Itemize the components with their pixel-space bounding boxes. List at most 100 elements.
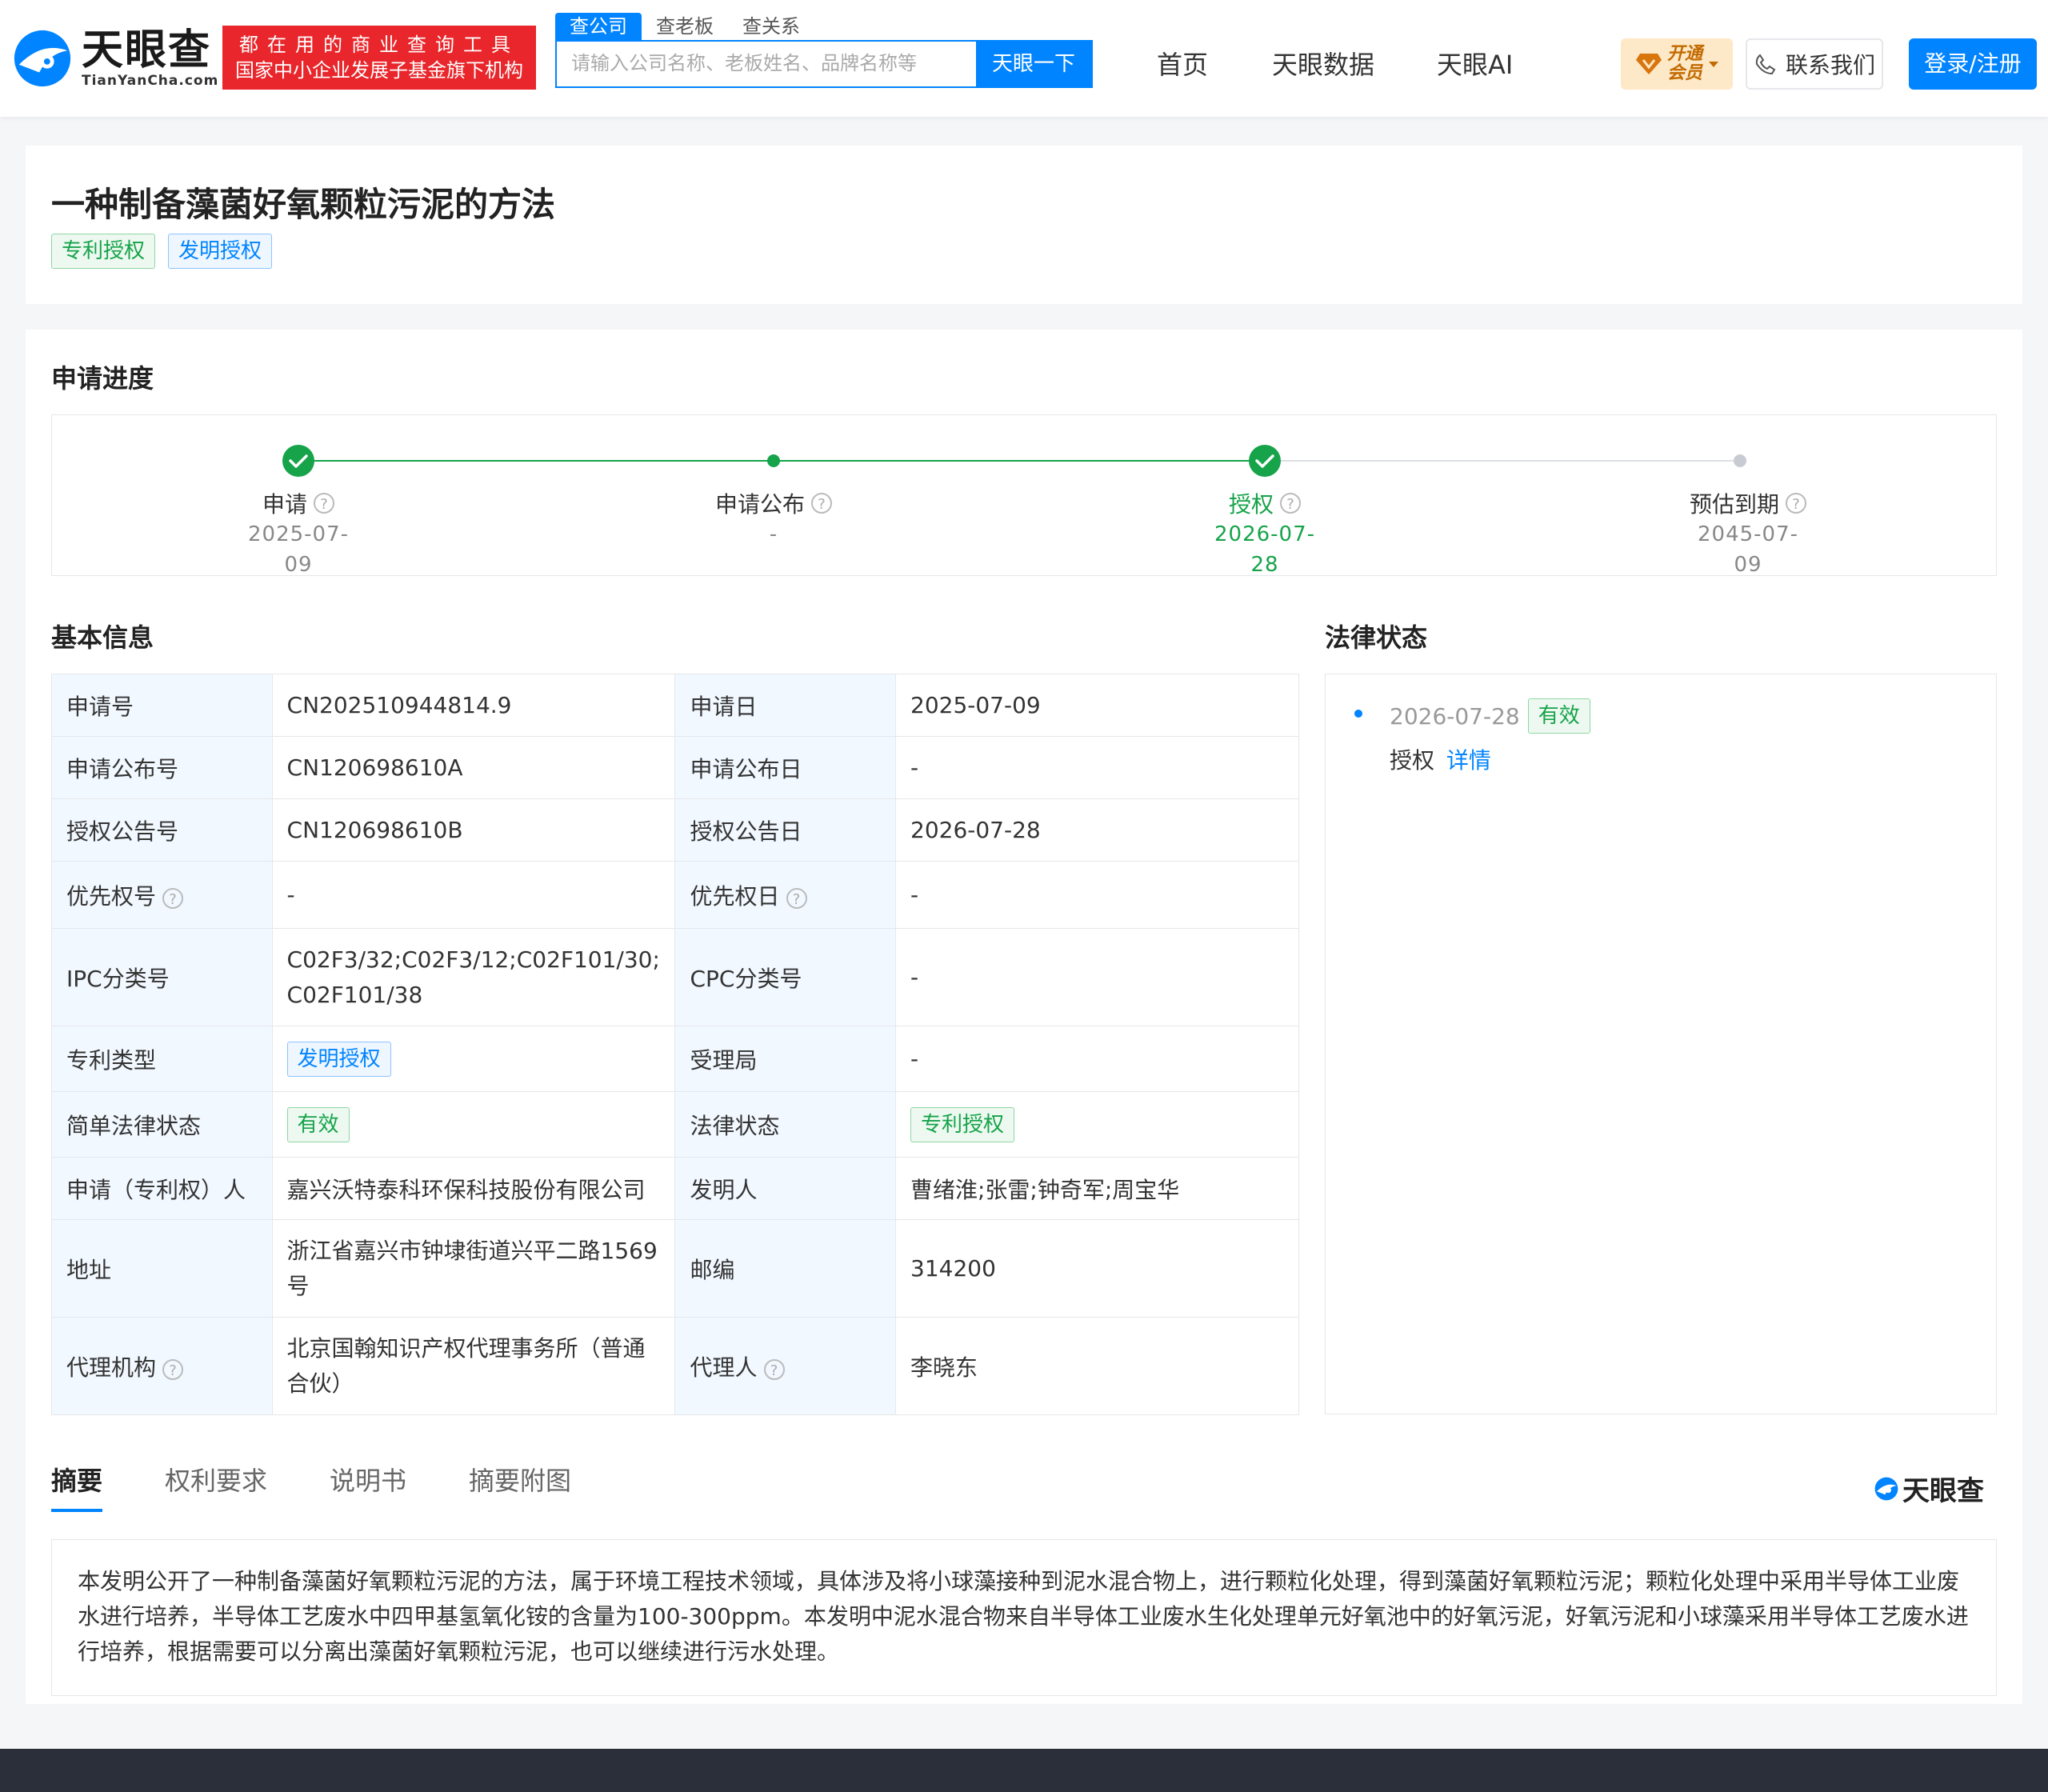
table-row: 申请（专利权）人 嘉兴沃特泰科环保科技股份有限公司 发明人 曹绪淮;张雷;钟奇军…: [51, 1157, 1299, 1220]
nav-tianyan-ai[interactable]: 天眼AI: [1437, 45, 1513, 82]
legal-detail-link[interactable]: 详情: [1446, 747, 1491, 774]
search-tab-boss[interactable]: 查老板: [642, 13, 728, 40]
vip-line1: 开通: [1666, 44, 1702, 64]
field-label: 发明人: [674, 1157, 896, 1220]
field-value: 李晓东: [895, 1317, 1299, 1415]
status-badge: 专利授权: [910, 1106, 1015, 1142]
table-row: 申请公布号 CN120698610A 申请公布日 -: [51, 736, 1299, 799]
agency-link[interactable]: 北京国翰知识产权代理事务所（普通合伙）: [271, 1317, 676, 1415]
progress-section-title: 申请进度: [51, 363, 154, 394]
field-value: 2026-07-28: [895, 798, 1299, 862]
abstract-tabs: 摘要 权利要求 说明书 摘要附图: [51, 1461, 634, 1512]
field-value: 浙江省嘉兴市钟埭街道兴平二路1569号: [271, 1219, 676, 1318]
basic-info-table: 申请号 CN202510944814.9 申请日 2025-07-09 申请公布…: [51, 674, 1299, 1415]
tianyancha-logo[interactable]: 天眼查 TianYanCha.com: [11, 27, 218, 90]
table-row: 简单法律状态 有效 法律状态 专利授权: [51, 1091, 1299, 1158]
timeline-track: [282, 445, 1746, 477]
contact-us-label: 联系我们: [1785, 52, 1875, 78]
nav-home[interactable]: 首页: [1157, 45, 1208, 82]
page-footer: [0, 1749, 2048, 1792]
tag-invention-granted: 发明授权: [168, 234, 273, 269]
help-icon[interactable]: ?: [162, 887, 184, 909]
tag-patent-granted: 专利授权: [51, 234, 156, 269]
step-apply: 申请? 2025-07- 09: [194, 487, 402, 580]
field-label: CPC分类号: [674, 928, 896, 1026]
search-input[interactable]: [557, 42, 976, 86]
step-dot-expire: [1734, 454, 1746, 467]
search-button[interactable]: 天眼一下: [976, 42, 1091, 86]
step-publish: 申请公布? -: [670, 487, 878, 550]
vip-button[interactable]: 开通 会员: [1621, 38, 1733, 90]
help-icon[interactable]: ?: [811, 493, 832, 514]
field-label: 优先权日: [690, 882, 780, 910]
tab-abstract[interactable]: 摘要: [51, 1461, 103, 1512]
field-label: IPC分类号: [51, 928, 273, 1026]
table-row: 代理机构? 北京国翰知识产权代理事务所（普通合伙） 代理人? 李晓东: [51, 1317, 1299, 1415]
table-row: 申请号 CN202510944814.9 申请日 2025-07-09: [51, 674, 1299, 737]
field-value: CN120698610A: [271, 736, 676, 799]
status-badge: 有效: [286, 1106, 350, 1142]
help-icon[interactable]: ?: [162, 1358, 184, 1380]
table-row: IPC分类号 C02F3/32;C02F3/12;C02F101/30;C02F…: [51, 928, 1299, 1026]
step-grant-date-2: 28: [1250, 553, 1279, 577]
patent-type-badge: 发明授权: [286, 1041, 391, 1077]
field-label: 申请日: [674, 674, 896, 737]
field-label: 代理人: [690, 1354, 758, 1381]
tab-abstract-figure[interactable]: 摘要附图: [469, 1461, 571, 1512]
field-label: 申请公布号: [51, 736, 273, 799]
field-label: 申请号: [51, 674, 273, 737]
patent-title: 一种制备藻菌好氧颗粒污泥的方法: [51, 185, 556, 224]
contact-us-button[interactable]: 联系我们: [1746, 38, 1883, 90]
field-label: 申请公布日: [674, 736, 896, 799]
nav-tianyan-data[interactable]: 天眼数据: [1272, 45, 1374, 82]
field-label: 简单法律状态: [51, 1091, 273, 1158]
phone-icon: [1755, 54, 1776, 75]
field-label-priority-date: 优先权日?: [674, 861, 896, 929]
field-value-patent-type: 发明授权: [271, 1026, 676, 1092]
table-row: 专利类型 发明授权 受理局 -: [51, 1026, 1299, 1092]
tianyancha-watermark-logo: 天眼查: [1874, 1469, 1984, 1508]
applicant-link[interactable]: 嘉兴沃特泰科环保科技股份有限公司: [271, 1157, 676, 1220]
tianyancha-eye-icon: [1874, 1477, 1898, 1500]
field-value: C02F3/32;C02F3/12;C02F101/30;C02F101/38: [271, 928, 676, 1026]
field-label: 代理机构: [66, 1354, 157, 1381]
step-expire-label: 预估到期: [1689, 491, 1779, 518]
step-check-icon-grant: [1249, 445, 1281, 477]
step-grant: 授权? 2026-07- 28: [1161, 487, 1369, 580]
logo-cn-text: 天眼查: [82, 26, 212, 74]
slogan-banner: 都在用的商业查询工具 国家中小企业发展子基金旗下机构: [222, 26, 536, 90]
field-label: 申请（专利权）人: [51, 1157, 273, 1220]
help-icon[interactable]: ?: [1280, 493, 1301, 514]
field-value: -: [271, 861, 676, 929]
help-icon[interactable]: ?: [1786, 493, 1806, 514]
search-tab-company[interactable]: 查公司: [555, 13, 642, 40]
field-label: 专利类型: [51, 1026, 273, 1092]
tab-description[interactable]: 说明书: [330, 1461, 406, 1512]
field-label-priority-no: 优先权号?: [51, 861, 273, 929]
field-value: -: [895, 861, 1299, 929]
help-icon[interactable]: ?: [786, 887, 807, 909]
login-register-button[interactable]: 登录/注册: [1909, 38, 2037, 90]
step-expire-date-1: 2045-07-: [1697, 522, 1798, 546]
tab-claims[interactable]: 权利要求: [165, 1461, 267, 1512]
legal-status-title: 法律状态: [1325, 622, 1428, 653]
legal-entry-event: 授权: [1390, 747, 1435, 774]
field-label: 优先权号: [66, 882, 157, 910]
status-badge: 有效: [1527, 698, 1590, 734]
basic-info-title: 基本信息: [51, 622, 154, 653]
help-icon[interactable]: ?: [314, 493, 334, 514]
timeline-dot: [1354, 710, 1362, 718]
field-value-simple-status: 有效: [271, 1091, 676, 1158]
field-label: 授权公告号: [51, 798, 273, 862]
table-row: 地址 浙江省嘉兴市钟埭街道兴平二路1569号 邮编 314200: [51, 1219, 1299, 1318]
step-expire-date-2: 09: [1734, 553, 1762, 577]
legal-entry-date: 2026-07-28: [1390, 702, 1520, 730]
search-area: 查公司 查老板 查关系 天眼一下: [555, 13, 1093, 88]
help-icon[interactable]: ?: [763, 1358, 785, 1380]
field-value: 曹绪淮;张雷;钟奇军;周宝华: [895, 1157, 1299, 1220]
slogan-line1: 都在用的商业查询工具: [239, 34, 519, 56]
step-check-icon-apply: [282, 445, 314, 477]
search-tab-relation[interactable]: 查关系: [728, 13, 814, 40]
table-row: 优先权号? - 优先权日? -: [51, 861, 1299, 929]
brand-text: 天眼查: [1902, 1475, 1984, 1507]
